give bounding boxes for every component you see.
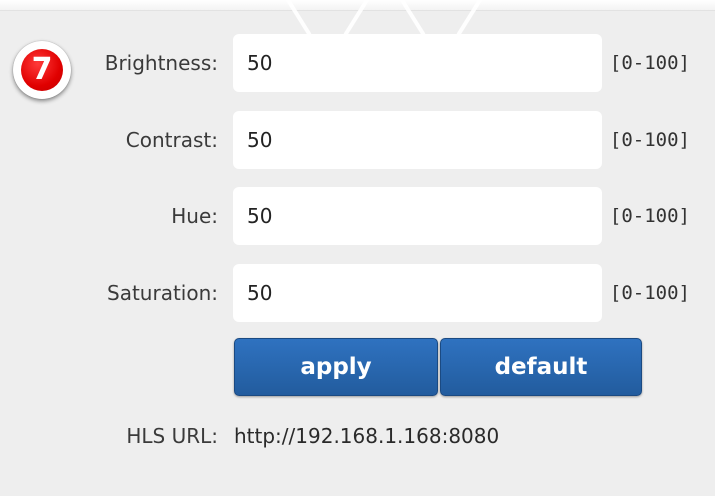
contrast-range: [0-100] (609, 129, 690, 151)
brightness-range: [0-100] (609, 52, 690, 74)
hue-input[interactable] (233, 187, 602, 245)
contrast-label: Contrast: (125, 128, 218, 152)
settings-panel: 7 Brightness: [0-100] Contrast: [0-100] … (0, 0, 715, 496)
brightness-label: Brightness: (104, 51, 218, 75)
brightness-row: Brightness: [0-100] (0, 34, 715, 92)
brightness-input[interactable] (233, 34, 602, 92)
hls-url-label: HLS URL: (126, 424, 218, 448)
saturation-label: Saturation: (107, 281, 218, 305)
hue-range: [0-100] (609, 205, 690, 227)
saturation-input[interactable] (233, 264, 602, 322)
default-button[interactable]: default (440, 338, 642, 396)
apply-button[interactable]: apply (234, 338, 438, 396)
contrast-row: Contrast: [0-100] (0, 111, 715, 169)
saturation-range: [0-100] (609, 282, 690, 304)
hue-row: Hue: [0-100] (0, 187, 715, 245)
hue-label: Hue: (171, 204, 218, 228)
contrast-input[interactable] (233, 111, 602, 169)
hls-url-value: http://192.168.1.168:8080 (234, 424, 500, 448)
saturation-row: Saturation: [0-100] (0, 264, 715, 322)
